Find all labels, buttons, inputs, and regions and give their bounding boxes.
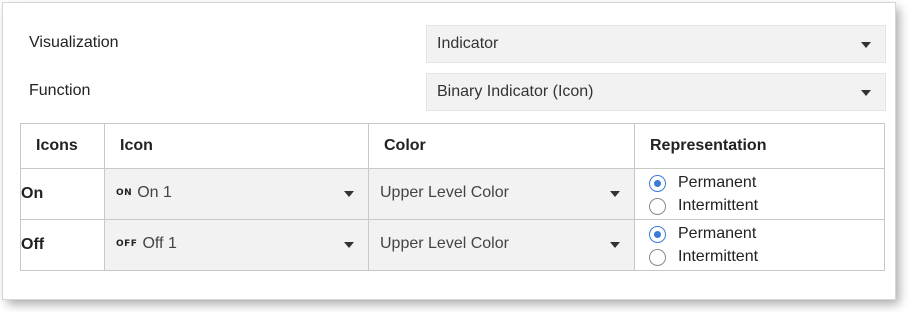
table-header-row: Icons Icon Color Representation: [20, 123, 885, 169]
chevron-down-icon: [861, 90, 871, 96]
chevron-down-icon: [610, 191, 620, 197]
chevron-down-icon: [861, 42, 871, 48]
chevron-down-icon: [344, 191, 354, 197]
row-name-off: Off: [20, 219, 105, 271]
table-row: On ON On 1 Upper Level Color Permanent I…: [20, 168, 885, 220]
function-label: Function: [29, 82, 91, 99]
radio-option[interactable]: Permanent: [649, 223, 756, 245]
color-value-off: Upper Level Color: [380, 235, 509, 252]
icon-select-on[interactable]: ON On 1: [104, 168, 369, 220]
chevron-down-icon: [610, 242, 620, 248]
radio-label: Permanent: [678, 225, 757, 242]
visualization-value: Indicator: [437, 35, 499, 52]
header-icons: Icons: [20, 123, 105, 169]
icon-value-on: On 1: [137, 184, 172, 201]
radio-label: Intermittent: [678, 197, 759, 214]
function-dropdown[interactable]: Binary Indicator (Icon): [426, 73, 886, 111]
radio-option[interactable]: Intermittent: [649, 246, 758, 268]
header-color: Color: [368, 123, 635, 169]
radio-permanent-on[interactable]: [649, 174, 666, 192]
color-select-on[interactable]: Upper Level Color: [368, 168, 635, 220]
radio-option[interactable]: Permanent: [649, 172, 756, 194]
color-value-on: Upper Level Color: [380, 184, 509, 201]
header-icon: Icon: [104, 123, 369, 169]
visualization-row: Visualization Indicator: [3, 25, 895, 63]
radio-intermittent-on[interactable]: [649, 197, 666, 215]
visualization-dropdown[interactable]: Indicator: [426, 25, 886, 63]
radio-option[interactable]: Intermittent: [649, 195, 758, 217]
off-icon: OFF: [116, 239, 138, 249]
visualization-label: Visualization: [29, 34, 119, 51]
color-select-off[interactable]: Upper Level Color: [368, 219, 635, 271]
settings-panel: Visualization Indicator Function Binary …: [3, 3, 895, 299]
row-name-on: On: [20, 168, 105, 220]
chevron-down-icon: [344, 242, 354, 248]
on-icon: ON: [116, 188, 133, 198]
function-row: Function Binary Indicator (Icon): [3, 73, 895, 111]
icon-select-off[interactable]: OFF Off 1: [104, 219, 369, 271]
radio-label: Intermittent: [678, 248, 759, 265]
radio-intermittent-off[interactable]: [649, 248, 666, 266]
radio-label: Permanent: [678, 174, 757, 191]
representation-cell-off: Permanent Intermittent: [634, 219, 885, 271]
radio-permanent-off[interactable]: [649, 225, 666, 243]
representation-cell-on: Permanent Intermittent: [634, 168, 885, 220]
function-value: Binary Indicator (Icon): [437, 83, 594, 100]
icon-value-off: Off 1: [142, 235, 177, 252]
icons-table: Icons Icon Color Representation On ON On …: [20, 123, 885, 271]
table-row: Off OFF Off 1 Upper Level Color Permanent: [20, 219, 885, 271]
header-representation: Representation: [634, 123, 885, 169]
